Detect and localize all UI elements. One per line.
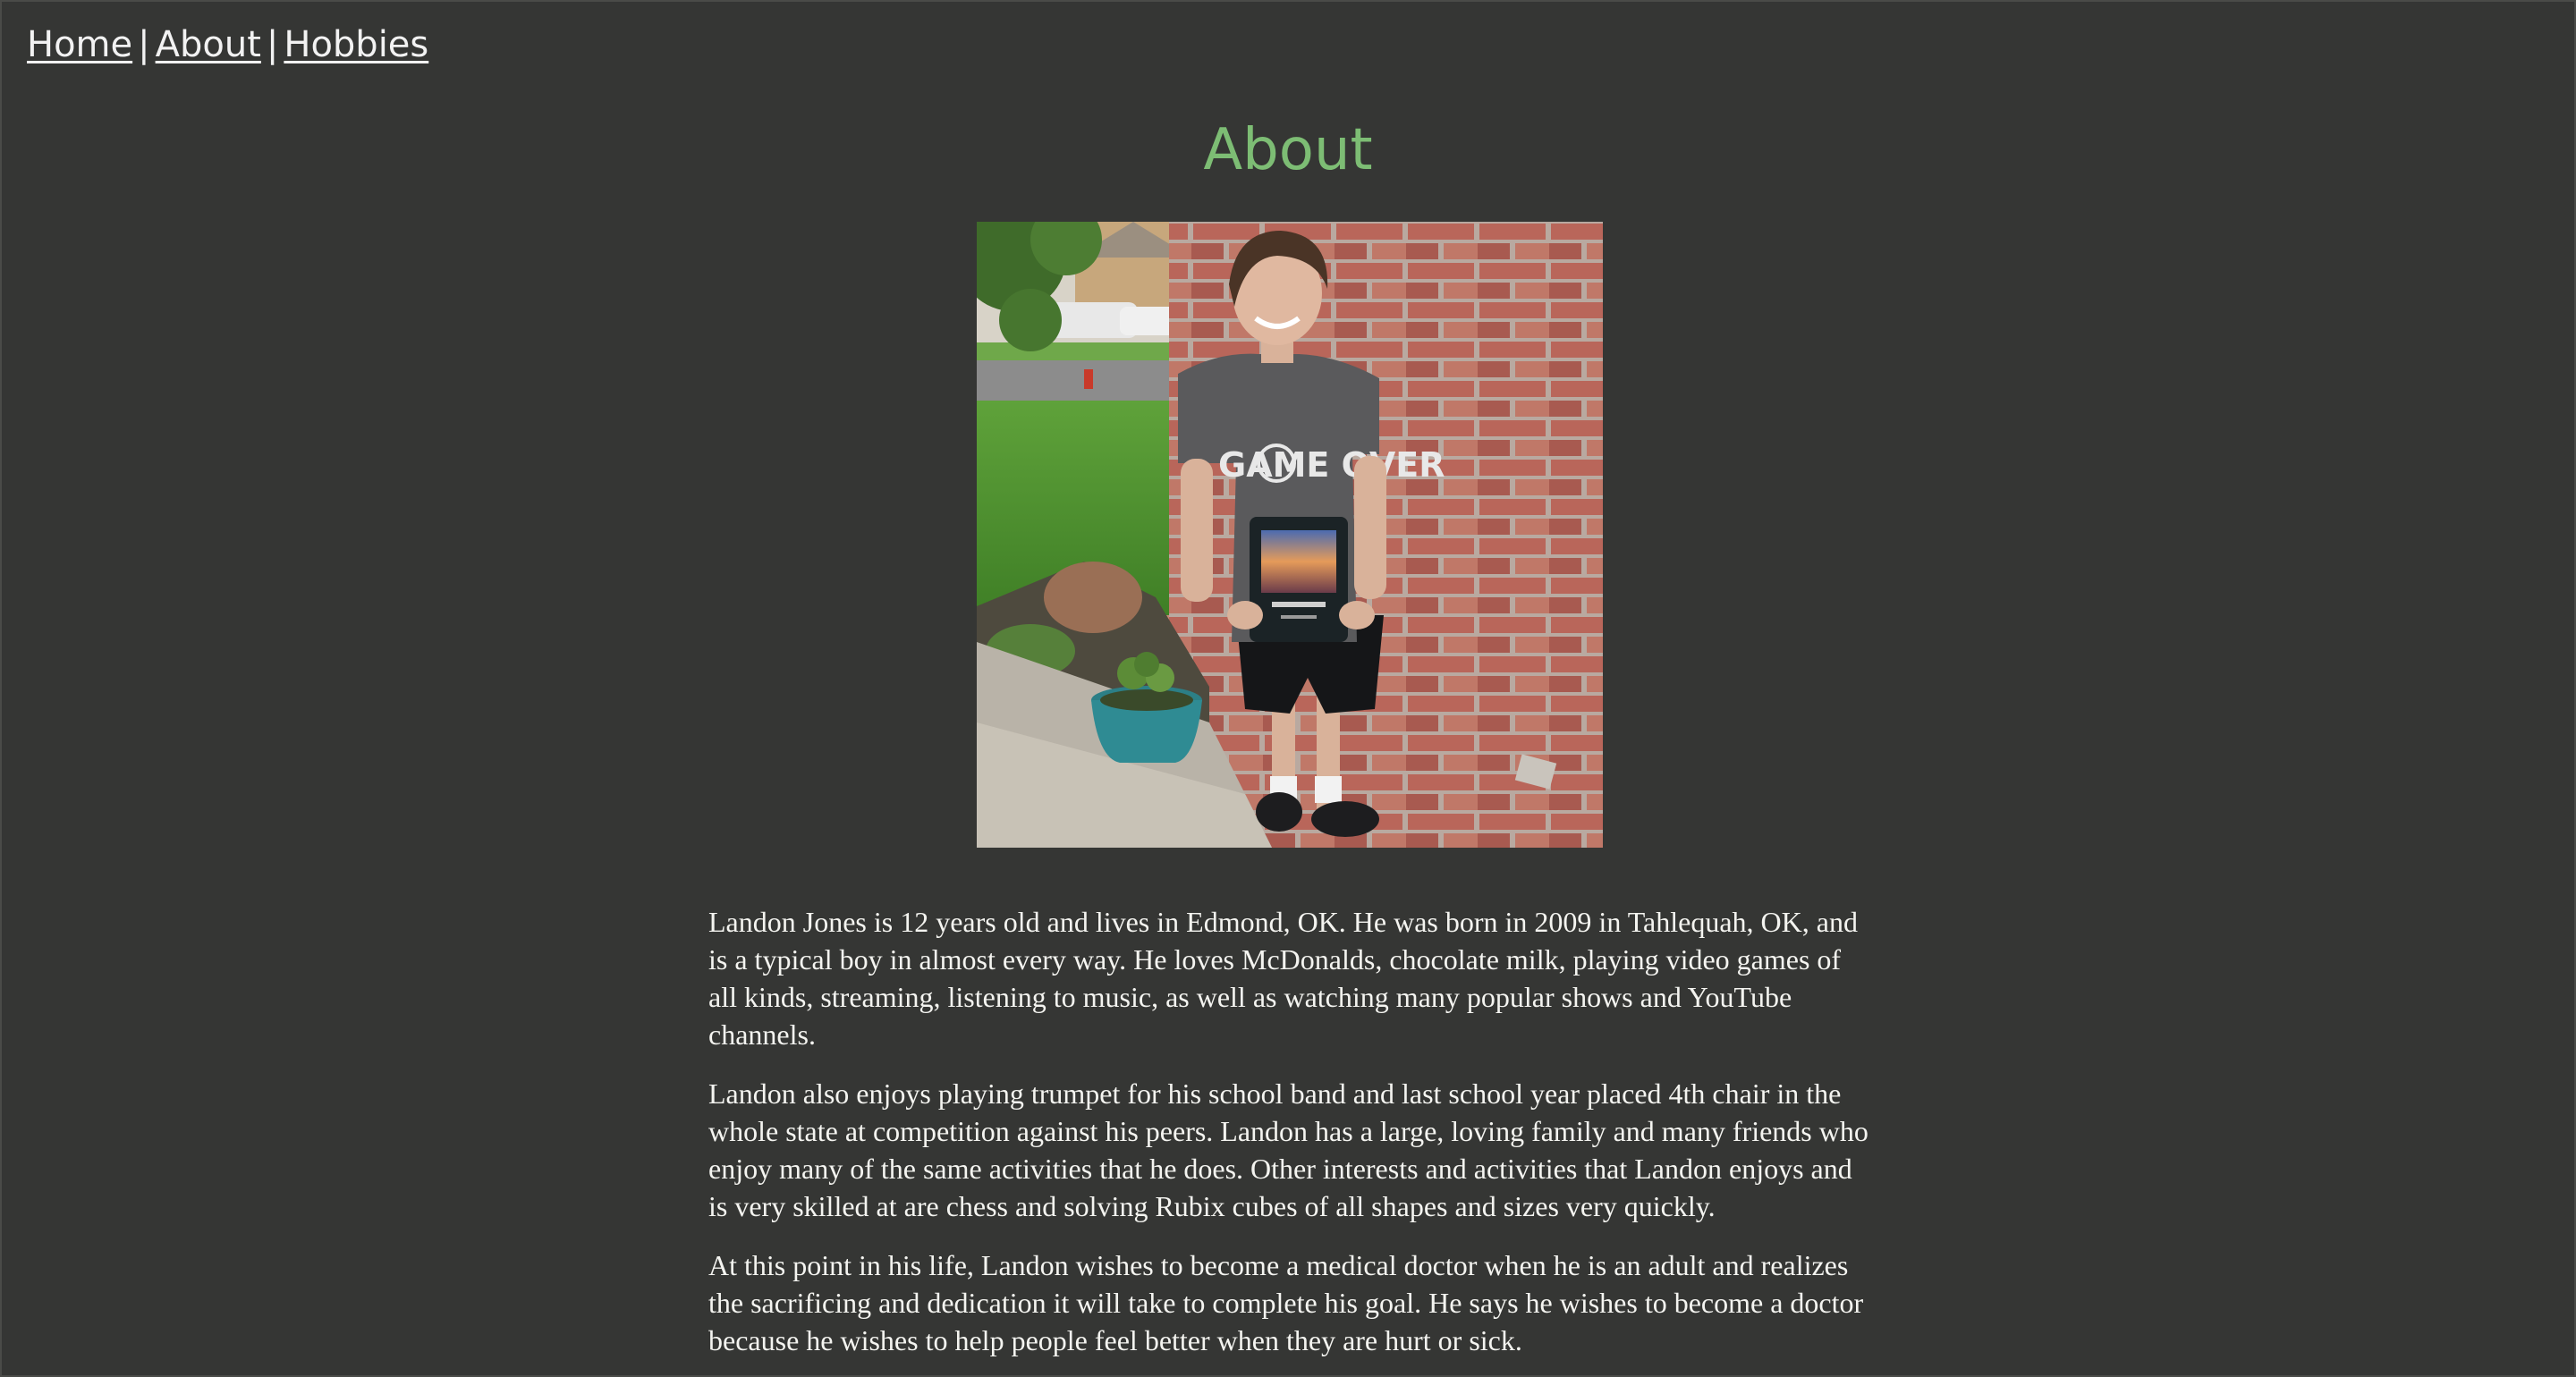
nav-link-hobbies[interactable]: Hobbies: [284, 24, 428, 65]
about-paragraph: At this point in his life, Landon wishes…: [708, 1249, 1864, 1356]
about-paragraph: Landon Jones is 12 years old and lives i…: [708, 906, 1858, 1051]
nav-link-about[interactable]: About: [156, 24, 261, 65]
nav-link-home[interactable]: Home: [27, 24, 132, 65]
nav-separator: |: [138, 24, 150, 65]
shirt-print: GAME OVER: [1218, 445, 1445, 485]
about-paragraph: Landon also enjoys playing trumpet for h…: [708, 1077, 1868, 1222]
nav-separator: |: [266, 24, 279, 65]
about-content: Landon Jones is 12 years old and lives i…: [708, 903, 1871, 1377]
profile-photo: GAME OVER: [977, 222, 1603, 848]
top-nav: Home | About | Hobbies: [27, 20, 428, 70]
page-title: About: [1203, 117, 1373, 183]
